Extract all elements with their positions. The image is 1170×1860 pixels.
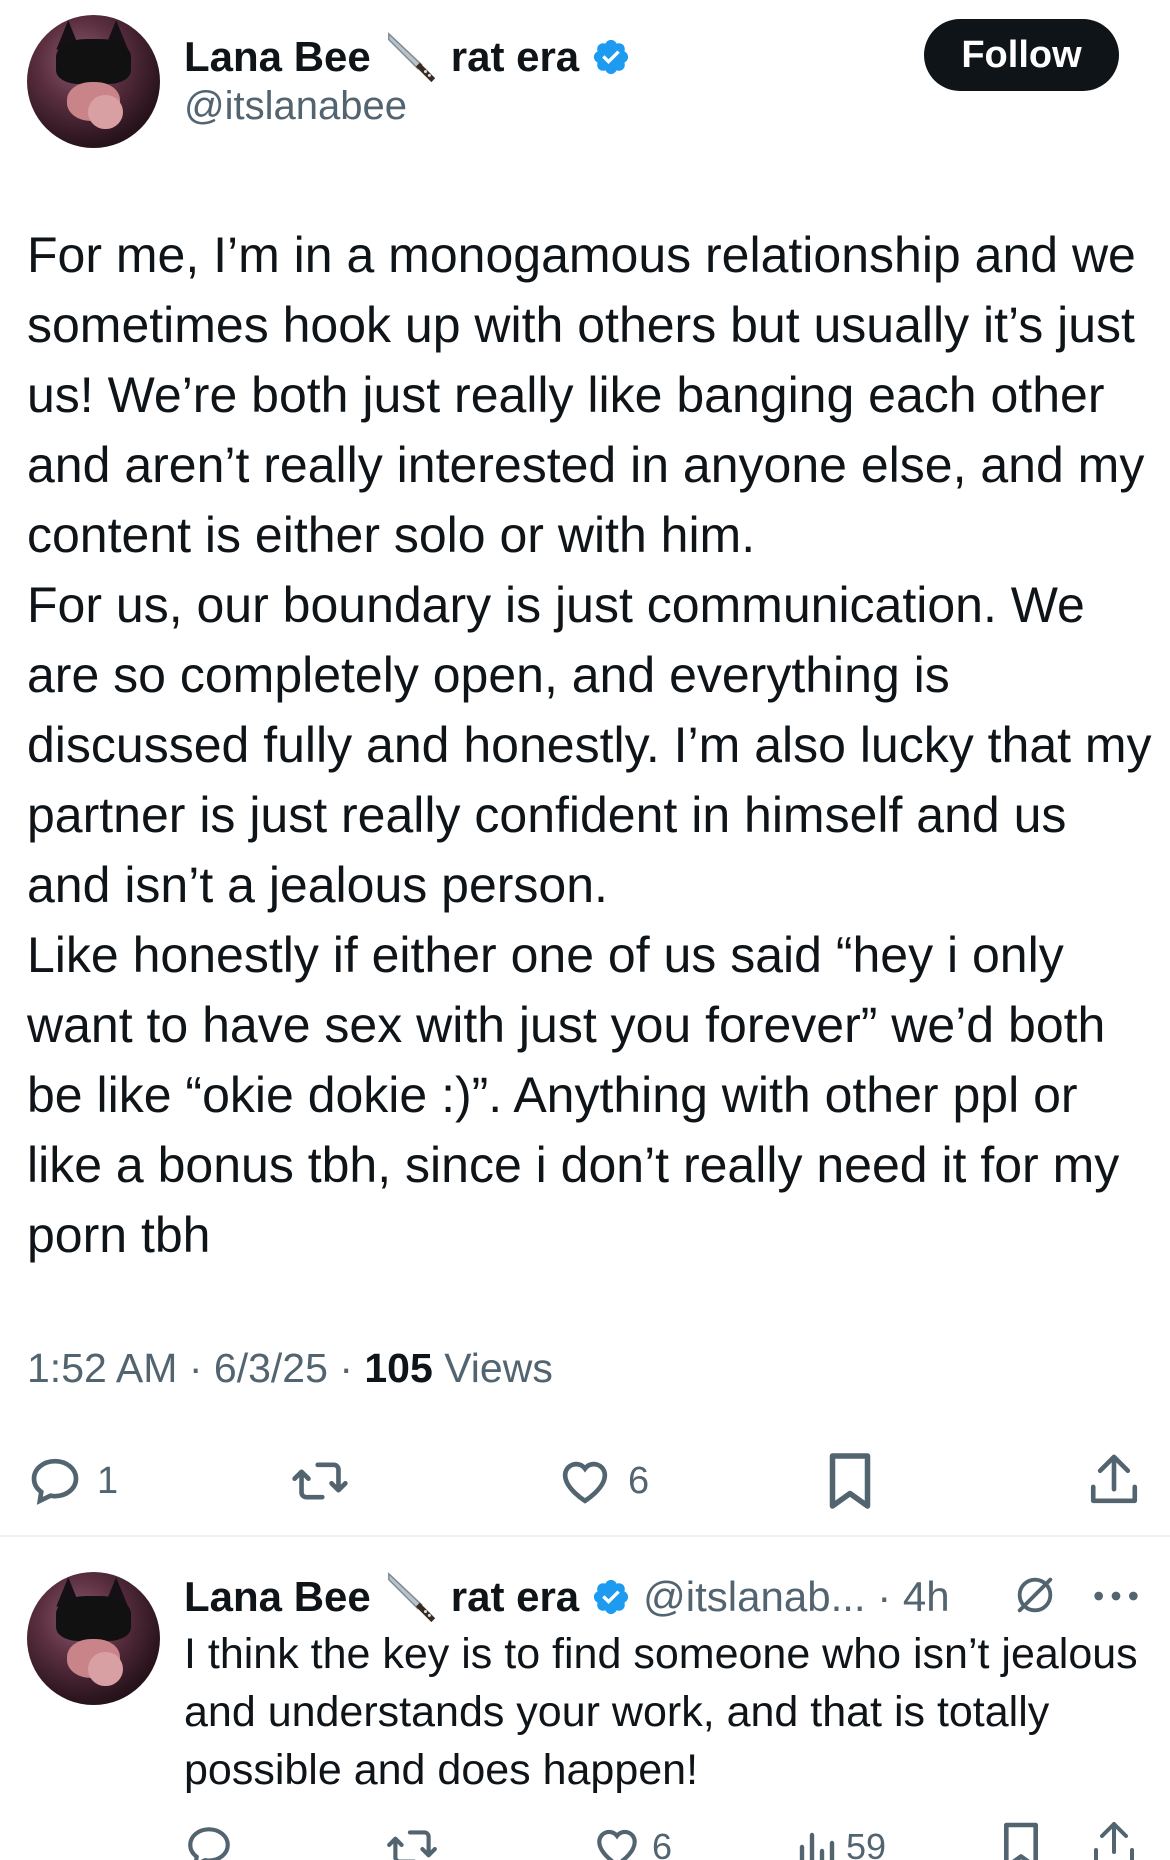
meta-separator: · (339, 1345, 353, 1391)
reply-count: 1 (97, 1459, 119, 1502)
reply-bookmark-action[interactable] (1000, 1820, 1042, 1860)
like-count: 6 (628, 1459, 650, 1502)
author-name-row[interactable]: Lana Bee rat era (184, 28, 631, 86)
more-options-icon[interactable] (1090, 1578, 1142, 1614)
reply-author-name-row[interactable]: Lana Bee rat era @itslanab... · 4h (184, 1568, 950, 1626)
tweet-meta: 1:52 AM · 6/3/25 · 105 Views (27, 1345, 553, 1392)
reply-like-count: 6 (652, 1826, 673, 1860)
bookmark-action[interactable] (825, 1451, 875, 1511)
tweet-text: For me, I’m in a monogamous relationship… (27, 227, 1152, 1263)
reply-like-action[interactable]: 6 (592, 1822, 672, 1860)
repost-action[interactable] (290, 1453, 350, 1509)
share-icon (1090, 1454, 1138, 1504)
bookmark-icon (1003, 1822, 1039, 1860)
verified-badge-icon (594, 1579, 629, 1615)
tweet-time[interactable]: 1:52 AM (27, 1345, 177, 1391)
views-count: 105 (364, 1345, 433, 1391)
reply-icon (31, 1458, 79, 1505)
reply-icon (188, 1827, 230, 1860)
reply-action[interactable]: 1 (27, 1453, 118, 1509)
like-action[interactable]: 6 (556, 1453, 649, 1509)
reply-repost-action[interactable] (385, 1822, 439, 1860)
author-name-suffix[interactable]: rat era (451, 33, 579, 81)
reply-author-avatar[interactable] (27, 1572, 160, 1705)
reply-text: I think the key is to find someone who i… (184, 1630, 1138, 1794)
tweet-date[interactable]: 6/3/25 (214, 1345, 328, 1391)
bookmark-icon (829, 1453, 871, 1509)
share-icon (1094, 1822, 1134, 1860)
author-avatar[interactable] (27, 15, 160, 148)
analytics-icon (799, 1832, 835, 1860)
author-handle[interactable]: @itslanabee (184, 84, 407, 129)
verified-badge-icon (594, 39, 629, 75)
share-action[interactable] (1086, 1450, 1142, 1510)
follow-button[interactable]: Follow (924, 19, 1119, 91)
reply-views-count: 59 (846, 1826, 887, 1860)
kitchen-knife-icon (387, 1572, 435, 1623)
divider (0, 1535, 1170, 1537)
author-display-name[interactable]: Lana Bee (184, 33, 371, 81)
reply-author-name-suffix[interactable]: rat era (451, 1573, 579, 1621)
repost-icon (387, 1830, 437, 1860)
meta-separator: · (188, 1345, 203, 1391)
grok-icon[interactable] (1012, 1572, 1058, 1618)
reply-reply-action[interactable] (184, 1822, 234, 1860)
reply-handle-time[interactable]: @itslanab... · 4h (643, 1573, 949, 1621)
heart-icon (597, 1829, 637, 1860)
kitchen-knife-icon (387, 32, 435, 83)
reply-author-display-name[interactable]: Lana Bee (184, 1573, 371, 1621)
views-label: Views (444, 1345, 553, 1391)
reply-share-action[interactable] (1090, 1818, 1138, 1860)
heart-icon (562, 1461, 608, 1504)
repost-icon (292, 1462, 348, 1500)
reply-views-action[interactable]: 59 (796, 1822, 886, 1860)
